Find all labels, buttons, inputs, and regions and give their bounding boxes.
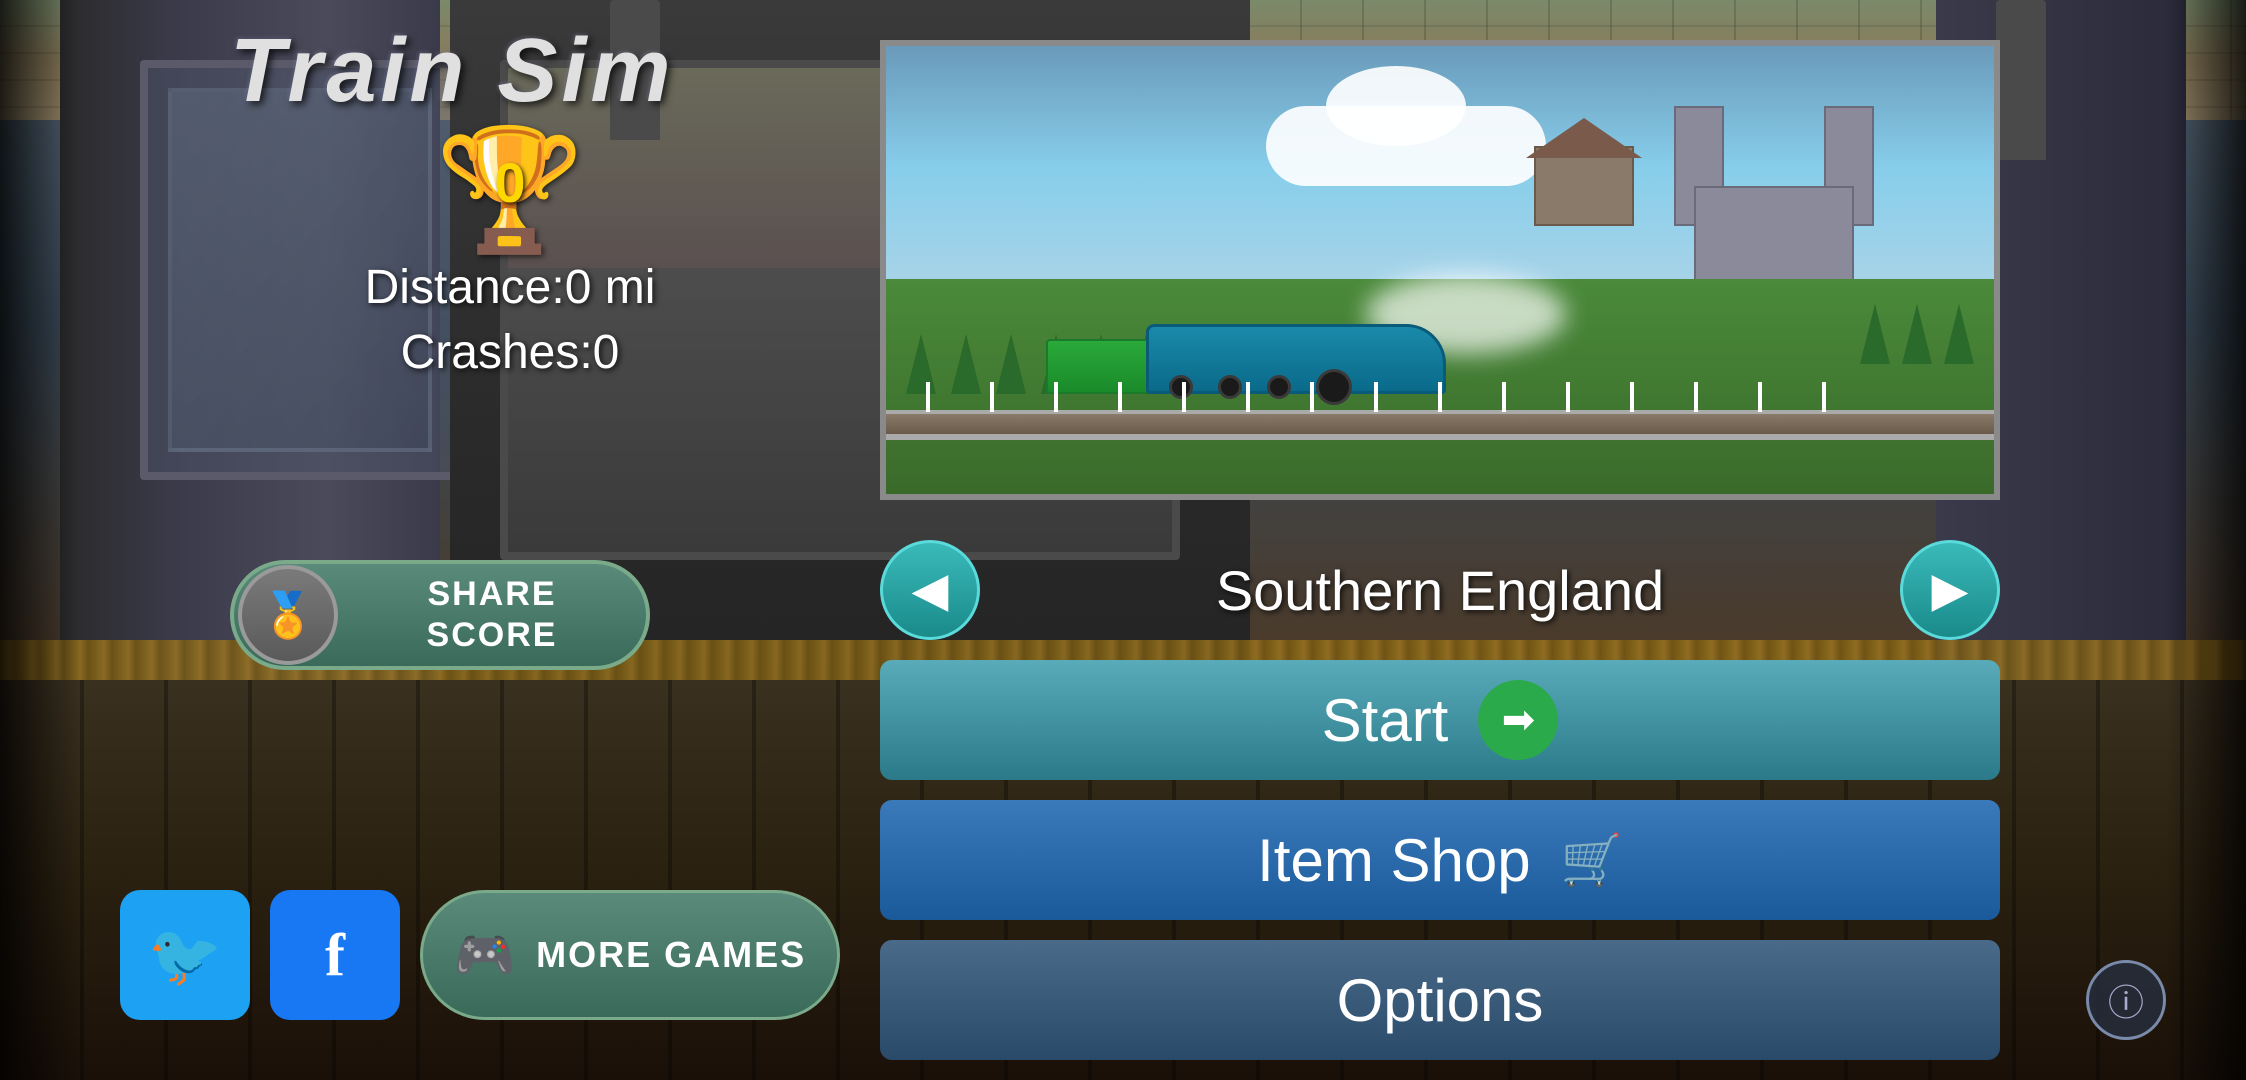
tree-r1 (1860, 304, 1890, 364)
left-arrow-icon: ◀ (912, 562, 949, 618)
fence-post-13 (1694, 382, 1698, 412)
fence-post-1 (926, 382, 930, 412)
facebook-button[interactable]: f (270, 890, 400, 1020)
right-trees (1860, 304, 1974, 364)
gamepad-icon: 🎮 (454, 926, 516, 985)
fence-post-7 (1310, 382, 1314, 412)
location-name: Southern England (1010, 558, 1870, 623)
start-button-label: Start (1322, 686, 1449, 755)
more-games-button[interactable]: 🎮 MORE GAMES (420, 890, 840, 1020)
fence-post-15 (1822, 382, 1826, 412)
fence-post-6 (1246, 382, 1250, 412)
fence-posts (886, 382, 1994, 412)
stats-area: 🏆 0 Distance:0 mi Crashes:0 (230, 130, 790, 380)
twitter-icon: 🐦 (148, 920, 223, 991)
share-score-label: SHARE SCORE (338, 574, 646, 656)
shopping-cart-icon: 🛒 (1561, 831, 1623, 890)
fence-post-3 (1054, 382, 1058, 412)
tree-r3 (1944, 304, 1974, 364)
fence-post-11 (1566, 382, 1570, 412)
game-preview-image (880, 40, 2000, 500)
item-shop-button[interactable]: Item Shop 🛒 (880, 800, 2000, 920)
preview-rails (886, 414, 1994, 434)
info-button[interactable]: ⓘ (2086, 960, 2166, 1040)
facebook-icon: f (325, 921, 345, 990)
more-games-label: MORE GAMES (536, 934, 806, 976)
fence-post-5 (1182, 382, 1186, 412)
chimney-right (1996, 0, 2046, 160)
fence-post-2 (990, 382, 994, 412)
next-location-button[interactable]: ▶ (1900, 540, 2000, 640)
fence-post-4 (1118, 382, 1122, 412)
crashes-stat: Crashes:0 (230, 325, 790, 380)
right-shadow (2166, 0, 2246, 1080)
twitter-button[interactable]: 🐦 (120, 890, 250, 1020)
item-shop-label: Item Shop (1257, 826, 1531, 895)
share-score-icon: 🏅 (238, 565, 338, 665)
fence-post-12 (1630, 382, 1634, 412)
action-buttons: Start ➡ Item Shop 🛒 Options (880, 660, 2000, 1060)
location-selector: ◀ Southern England ▶ (880, 540, 2000, 640)
distance-stat: Distance:0 mi (230, 260, 790, 315)
fence-post-10 (1502, 382, 1506, 412)
trophy-count: 0 (494, 150, 525, 215)
info-icon: ⓘ (2108, 974, 2144, 1026)
arrow-right-icon: ➡ (1502, 697, 1536, 743)
prev-location-button[interactable]: ◀ (880, 540, 980, 640)
social-area: 🐦 f 🎮 MORE GAMES (120, 890, 840, 1020)
options-button[interactable]: Options (880, 940, 2000, 1060)
right-arrow-icon: ▶ (1932, 562, 1969, 618)
game-title: Train Sim (230, 20, 674, 123)
preview-cloud (1266, 106, 1546, 186)
tree-r2 (1902, 304, 1932, 364)
preview-rail-bottom (886, 434, 1994, 440)
start-arrow-icon: ➡ (1478, 680, 1558, 760)
fence-post-8 (1374, 382, 1378, 412)
left-shadow (0, 0, 80, 1080)
fence-post-9 (1438, 382, 1442, 412)
share-score-button[interactable]: 🏅 SHARE SCORE (230, 560, 650, 670)
score-badge-icon: 🏅 (261, 589, 316, 641)
options-label: Options (1337, 966, 1544, 1035)
fence-post-14 (1758, 382, 1762, 412)
start-button[interactable]: Start ➡ (880, 660, 2000, 780)
preview-building-1 (1534, 146, 1634, 226)
